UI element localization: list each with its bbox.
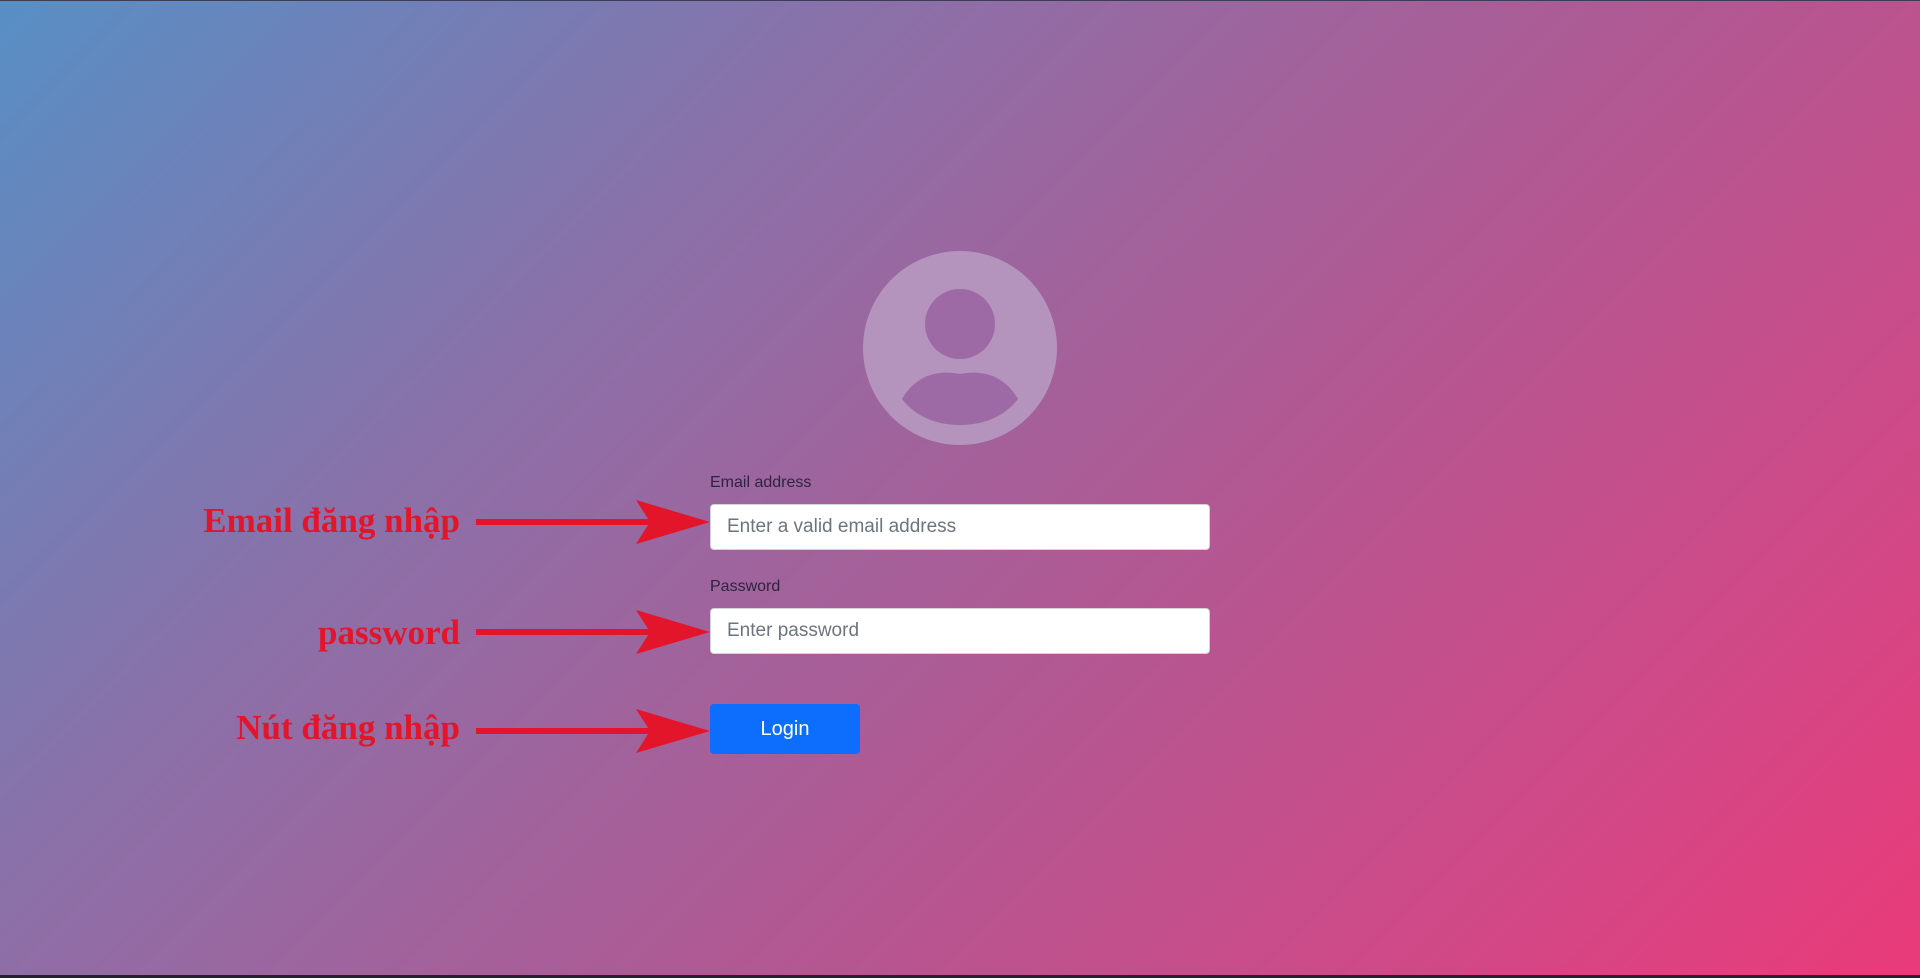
- arrow-right-icon: [476, 500, 710, 544]
- annotation-login: Nút đăng nhập: [236, 708, 460, 747]
- password-label: Password: [710, 578, 781, 595]
- arrow-right-icon: [476, 709, 710, 753]
- arrow-right-icon: [476, 610, 710, 654]
- password-input[interactable]: [710, 608, 1210, 654]
- annotation-email: Email đăng nhập: [203, 501, 460, 540]
- window-top-border: [0, 0, 1920, 1]
- login-button[interactable]: Login: [710, 704, 860, 754]
- annotation-password: password: [318, 613, 460, 652]
- email-label: Email address: [710, 474, 812, 491]
- user-avatar-icon: [863, 251, 1057, 445]
- email-input[interactable]: [710, 504, 1210, 550]
